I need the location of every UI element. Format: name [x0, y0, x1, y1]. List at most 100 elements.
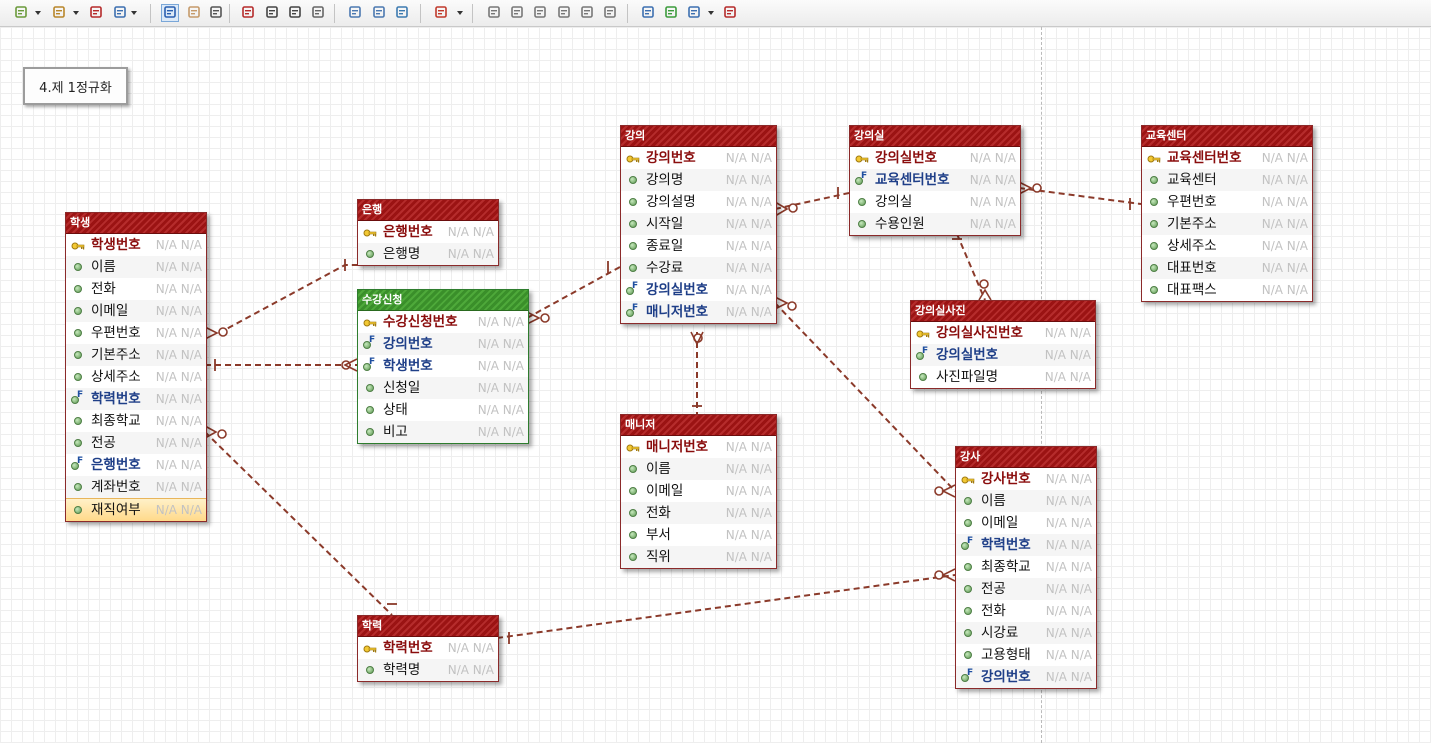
primary-key-column[interactable]: 은행번호 N/A N/A: [358, 221, 498, 243]
diagram-canvas[interactable]: 4.제 1정규화 학생 학생번호 N/A N/A 이름 N/A N/A 전화 N/A N/A…: [0, 27, 1431, 743]
dropdown-arrow-icon[interactable]: [708, 11, 714, 15]
table-column[interactable]: 교육센터 N/A N/A: [1142, 169, 1312, 191]
zoom-button[interactable]: [207, 4, 225, 22]
validate-button[interactable]: [662, 4, 680, 22]
table-column[interactable]: 대표번호 N/A N/A: [1142, 257, 1312, 279]
table-column[interactable]: 전공 N/A N/A: [66, 432, 206, 454]
table-column[interactable]: 전화 N/A N/A: [956, 600, 1096, 622]
primary-key-column[interactable]: 강의번호 N/A N/A: [621, 147, 776, 169]
align-left-button[interactable]: [485, 4, 503, 22]
table-column[interactable]: 전화 N/A N/A: [621, 502, 776, 524]
export-image-button[interactable]: [393, 4, 411, 22]
table-column[interactable]: 기본주소 N/A N/A: [1142, 213, 1312, 235]
identifying-relation-button[interactable]: [286, 4, 304, 22]
table-column[interactable]: 강의실 N/A N/A: [850, 191, 1020, 213]
table-column[interactable]: 신청일 N/A N/A: [358, 377, 528, 399]
table-column[interactable]: 상태 N/A N/A: [358, 399, 528, 421]
table-column[interactable]: 이름 N/A N/A: [621, 458, 776, 480]
table-column[interactable]: 시작일 N/A N/A: [621, 213, 776, 235]
entity-education[interactable]: 학력 학력번호 N/A N/A 학력명 N/A N/A: [357, 615, 499, 682]
table-column[interactable]: 전공 N/A N/A: [956, 578, 1096, 600]
table-column[interactable]: 수용인원 N/A N/A: [850, 213, 1020, 235]
align-middle-button[interactable]: [578, 4, 596, 22]
primary-key-column[interactable]: 매니저번호 N/A N/A: [621, 436, 776, 458]
dropdown-arrow-icon[interactable]: [73, 11, 79, 15]
layout-button[interactable]: [12, 4, 30, 22]
entity-center[interactable]: 교육센터 교육센터번호 N/A N/A 교육센터 N/A N/A 우편번호 N/A N/A 기…: [1141, 125, 1313, 302]
refresh-button[interactable]: [685, 4, 703, 22]
table-column[interactable]: 우편번호 N/A N/A: [66, 322, 206, 344]
table-column[interactable]: 재직여부 N/A N/A: [66, 498, 206, 521]
help-button[interactable]: [721, 4, 739, 22]
rel-education-student[interactable]: [204, 431, 393, 616]
table-column[interactable]: 최종학교 N/A N/A: [956, 556, 1096, 578]
table-column[interactable]: 고용형태 N/A N/A: [956, 644, 1096, 666]
schema-button[interactable]: [50, 4, 68, 22]
new-table-button[interactable]: [239, 4, 257, 22]
hand-button[interactable]: [185, 4, 203, 22]
entity-room-photo[interactable]: 강의실사진 강의실사진번호 N/A N/A F 강의실번호 N/A N/A 사진파일명 N/A…: [910, 300, 1096, 389]
table-column[interactable]: 이름 N/A N/A: [66, 256, 206, 278]
foreign-key-column[interactable]: F 강의실번호 N/A N/A: [911, 344, 1095, 366]
table-column[interactable]: 강의명 N/A N/A: [621, 169, 776, 191]
table-column[interactable]: 비고 N/A N/A: [358, 421, 528, 443]
table-button[interactable]: [87, 4, 105, 22]
table-column[interactable]: 이메일 N/A N/A: [66, 300, 206, 322]
table-column[interactable]: 전화 N/A N/A: [66, 278, 206, 300]
table-column[interactable]: 계좌번호 N/A N/A: [66, 476, 206, 498]
foreign-key-column[interactable]: F 강의번호 N/A N/A: [956, 666, 1096, 688]
entity-bank[interactable]: 은행 은행번호 N/A N/A 은행명 N/A N/A: [357, 199, 499, 266]
table-column[interactable]: 최종학교 N/A N/A: [66, 410, 206, 432]
foreign-key-column[interactable]: F 학력번호 N/A N/A: [956, 534, 1096, 556]
entity-classroom[interactable]: 강의실 강의실번호 N/A N/A F 교육센터번호 N/A N/A 강의실 N/A N/A 수…: [849, 125, 1021, 236]
primary-key-column[interactable]: 학생번호 N/A N/A: [66, 234, 206, 256]
table-column[interactable]: 강의설명 N/A N/A: [621, 191, 776, 213]
entity-student[interactable]: 학생 학생번호 N/A N/A 이름 N/A N/A 전화 N/A N/A 이메일 N/A N/…: [65, 212, 207, 522]
foreign-key-column[interactable]: F 강의실번호 N/A N/A: [621, 279, 776, 301]
table-column[interactable]: 사진파일명 N/A N/A: [911, 366, 1095, 388]
rel-lecture-enrollment[interactable]: [526, 266, 621, 319]
print-preview-button[interactable]: [346, 4, 364, 22]
foreign-key-column[interactable]: F 강의번호 N/A N/A: [358, 333, 528, 355]
table-column[interactable]: 수강료 N/A N/A: [621, 257, 776, 279]
table-column[interactable]: 대표팩스 N/A N/A: [1142, 279, 1312, 301]
memo-note[interactable]: 4.제 1정규화: [23, 67, 128, 105]
entity-enrollment[interactable]: 수강신청 수강신청번호 N/A N/A F 강의번호 N/A N/A F 학생번호 N/A N/…: [357, 289, 529, 444]
table-column[interactable]: 학력명 N/A N/A: [358, 659, 498, 681]
align-center-button[interactable]: [508, 4, 526, 22]
rel-classroom-photo[interactable]: [956, 233, 986, 301]
align-right-button[interactable]: [531, 4, 549, 22]
table-column[interactable]: 상세주소 N/A N/A: [66, 366, 206, 388]
table-column[interactable]: 시강료 N/A N/A: [956, 622, 1096, 644]
memo-button[interactable]: [309, 4, 327, 22]
dropdown-arrow-icon[interactable]: [131, 11, 137, 15]
align-top-button[interactable]: [555, 4, 573, 22]
table-column[interactable]: 기본주소 N/A N/A: [66, 344, 206, 366]
align-bottom-button[interactable]: [601, 4, 619, 22]
table-column[interactable]: 직위 N/A N/A: [621, 546, 776, 568]
table-column[interactable]: 부서 N/A N/A: [621, 524, 776, 546]
foreign-key-column[interactable]: F 학생번호 N/A N/A: [358, 355, 528, 377]
primary-key-column[interactable]: 교육센터번호 N/A N/A: [1142, 147, 1312, 169]
dropdown-arrow-icon[interactable]: [35, 11, 41, 15]
table-column[interactable]: 이메일 N/A N/A: [956, 512, 1096, 534]
entity-lecture[interactable]: 강의 강의번호 N/A N/A 강의명 N/A N/A 강의설명 N/A N/A 시작일 N/A…: [620, 125, 777, 324]
table-column[interactable]: 은행명 N/A N/A: [358, 243, 498, 265]
table-column[interactable]: 이름 N/A N/A: [956, 490, 1096, 512]
pointer-button[interactable]: [161, 4, 179, 22]
table-column[interactable]: 우편번호 N/A N/A: [1142, 191, 1312, 213]
properties-button[interactable]: [639, 4, 657, 22]
primary-key-column[interactable]: 강사번호 N/A N/A: [956, 468, 1096, 490]
rel-education-instructor[interactable]: [496, 574, 956, 639]
nonidentifying-relation-button[interactable]: [263, 4, 281, 22]
entity-instructor[interactable]: 강사 강사번호 N/A N/A 이름 N/A N/A 이메일 N/A N/A F 학력번호 N/A…: [955, 446, 1097, 689]
primary-key-column[interactable]: 강의실번호 N/A N/A: [850, 147, 1020, 169]
primary-key-column[interactable]: 학력번호 N/A N/A: [358, 637, 498, 659]
foreign-key-column[interactable]: F 은행번호 N/A N/A: [66, 454, 206, 476]
dropdown-arrow-icon[interactable]: [457, 11, 463, 15]
table-column[interactable]: 상세주소 N/A N/A: [1142, 235, 1312, 257]
document-button[interactable]: [111, 4, 129, 22]
print-button[interactable]: [370, 4, 388, 22]
table-column[interactable]: 종료일 N/A N/A: [621, 235, 776, 257]
primary-key-column[interactable]: 강의실사진번호 N/A N/A: [911, 322, 1095, 344]
